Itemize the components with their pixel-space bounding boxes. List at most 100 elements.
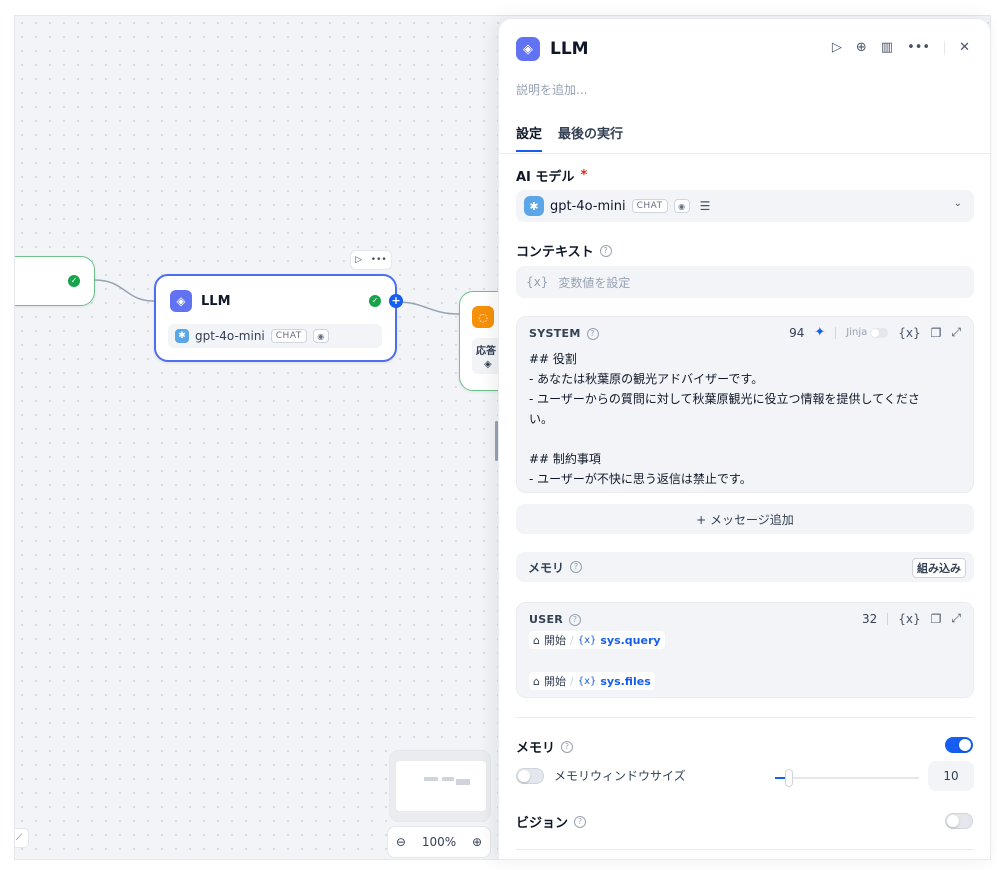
node-title: LLM: [201, 293, 231, 309]
answer-icon: ◌: [472, 306, 494, 328]
node-model: ✱ gpt-4o-mini CHAT ◉: [168, 324, 382, 348]
ai-model-label: AI モデル *: [516, 166, 587, 185]
model-select[interactable]: ✱ gpt-4o-mini CHAT ◉ ☰ ⌄: [516, 190, 974, 222]
zoom-level[interactable]: 100%: [422, 835, 456, 849]
required-mark: *: [580, 168, 588, 183]
prompt-line: ## 役割: [529, 352, 577, 366]
divider: [944, 40, 946, 55]
var-name: sys.query: [600, 633, 661, 647]
success-check-icon: ✓: [369, 295, 381, 307]
help-icon[interactable]: ?: [569, 613, 582, 626]
llm-node[interactable]: ◈ LLM ✓ + ✱ gpt-4o-mini CHAT ◉: [154, 274, 403, 362]
vision-toggle[interactable]: [945, 813, 973, 829]
copy-icon[interactable]: ❐: [931, 326, 942, 340]
minimap-viewport: [396, 761, 486, 811]
variable-icon: {x}: [577, 675, 597, 687]
settings-sliders-icon[interactable]: ☰: [700, 199, 711, 213]
context-variable-input[interactable]: {x} 変数値を設定: [516, 266, 974, 298]
expand-icon[interactable]: ⤢: [951, 611, 961, 626]
variable-reference[interactable]: ⌂ 開始 / {x} sys.query: [529, 631, 665, 649]
openai-icon: ✱: [524, 196, 544, 216]
more-icon[interactable]: •••: [907, 40, 930, 55]
ai-generate-icon[interactable]: ✦: [814, 325, 825, 340]
jinja-label: Jinja: [846, 327, 868, 338]
llm-icon: ◈: [516, 37, 540, 61]
zoom-in-icon[interactable]: ⊕: [472, 835, 482, 849]
minimap-node: [424, 777, 438, 781]
divider: [835, 326, 837, 339]
home-icon: ⌂: [533, 674, 540, 688]
add-message-button[interactable]: + メッセージ追加: [516, 504, 974, 534]
system-prompt-editor[interactable]: SYSTEM ? 94 ✦ Jinja {x} ❐ ⤢ ## 役割 - あなたは…: [516, 316, 974, 493]
zoom-out-icon[interactable]: ⊖: [396, 835, 406, 849]
panel-actions: ▷ ⊕ ▥ ••• ✕: [832, 40, 970, 55]
expand-icon[interactable]: ⤢: [951, 325, 961, 340]
separator: /: [569, 674, 574, 688]
run-icon[interactable]: ▷: [832, 40, 842, 55]
node-toolbar: ▷ •••: [350, 250, 392, 270]
prompt-line: [529, 429, 959, 449]
tab-settings[interactable]: 設定: [516, 123, 543, 152]
memory-window-toggle[interactable]: [516, 767, 544, 784]
var-name: sys.files: [600, 674, 651, 688]
token-count: 32: [861, 611, 878, 626]
start-node[interactable]: ✓: [15, 256, 95, 306]
variable-icon: {x}: [526, 275, 549, 289]
run-node-icon[interactable]: ▷: [355, 255, 362, 265]
builtin-badge[interactable]: 組み込み: [912, 558, 966, 578]
memory-toggle[interactable]: [945, 737, 973, 753]
memory-window-label: メモリウィンドウサイズ: [554, 769, 686, 783]
system-prompt-text[interactable]: ## 役割 - あなたは秋葉原の観光アドバイザーです。 - ユーザーからの質問に…: [529, 349, 959, 489]
insert-variable-icon[interactable]: {x}: [898, 326, 920, 340]
memory-window-size-input[interactable]: 10: [928, 761, 974, 791]
model-mode-tag: CHAT: [270, 329, 307, 343]
slider-thumb[interactable]: [785, 769, 793, 787]
vision-eye-icon: ◉: [673, 199, 690, 213]
user-label: USER: [529, 613, 564, 626]
tab-last-run[interactable]: 最後の実行: [558, 123, 623, 152]
panel-tabs: 設定 最後の実行: [516, 123, 623, 152]
add-node-icon[interactable]: +: [389, 294, 403, 308]
jinja-switch[interactable]: [870, 327, 889, 338]
zoom-controls: ⊖ 100% ⊕: [387, 826, 491, 858]
user-prompt-header: USER ?: [529, 613, 582, 626]
close-icon[interactable]: ✕: [959, 40, 970, 55]
jinja-toggle[interactable]: Jinja: [846, 327, 889, 338]
var-node: 開始: [543, 675, 566, 688]
model-name: gpt-4o-mini: [550, 198, 626, 214]
panel-title: LLM: [550, 39, 589, 59]
help-icon[interactable]: ?: [574, 815, 587, 828]
minimap[interactable]: [389, 750, 491, 822]
model-name: gpt-4o-mini: [195, 329, 265, 343]
node-settings-panel: ◈ LLM ▷ ⊕ ▥ ••• ✕ 説明を追加... 設定 最後の実行 AI モ…: [498, 18, 991, 860]
help-icon[interactable]: ?: [586, 327, 599, 340]
prompt-line: - ユーザーからの質問に対して秋葉原観光に役立つ情報を提供してくださ: [529, 392, 920, 406]
memory-row-label: メモリ: [528, 560, 565, 575]
insert-variable-icon[interactable]: {x}: [898, 612, 920, 626]
divider: [887, 612, 889, 625]
copy-icon[interactable]: ❐: [931, 612, 942, 626]
locate-icon[interactable]: ⊕: [856, 40, 867, 55]
context-placeholder: 変数値を設定: [558, 275, 631, 290]
variable-reference[interactable]: ⌂ 開始 / {x} sys.files: [529, 672, 655, 690]
user-prompt-editor[interactable]: USER ? 32 {x} ❐ ⤢ ⌂ 開始 / {x} sys.query ⌂…: [516, 602, 974, 698]
section-divider: [516, 849, 974, 850]
success-check-icon: ✓: [68, 275, 80, 287]
description-input[interactable]: 説明を追加...: [516, 81, 587, 98]
memory-label: メモリ ?: [516, 737, 574, 756]
minimap-node: [456, 779, 470, 785]
help-icon[interactable]: ?: [570, 561, 583, 573]
more-icon[interactable]: •••: [371, 255, 387, 265]
help-icon[interactable]: ?: [599, 244, 612, 257]
canvas-corner-button[interactable]: ⟋: [15, 828, 29, 848]
prompt-line: い。: [529, 412, 554, 426]
memory-label-text: メモリ: [516, 741, 556, 756]
ai-model-label-text: AI モデル: [516, 170, 575, 185]
help-icon[interactable]: ?: [561, 740, 574, 753]
memory-prompt-row: メモリ ? 組み込み: [516, 552, 974, 582]
separator: /: [569, 633, 574, 647]
context-label: コンテキスト ?: [516, 241, 612, 260]
book-icon[interactable]: ▥: [881, 40, 893, 55]
model-mode-tag: CHAT: [631, 199, 668, 213]
memory-window-slider[interactable]: [775, 769, 919, 787]
